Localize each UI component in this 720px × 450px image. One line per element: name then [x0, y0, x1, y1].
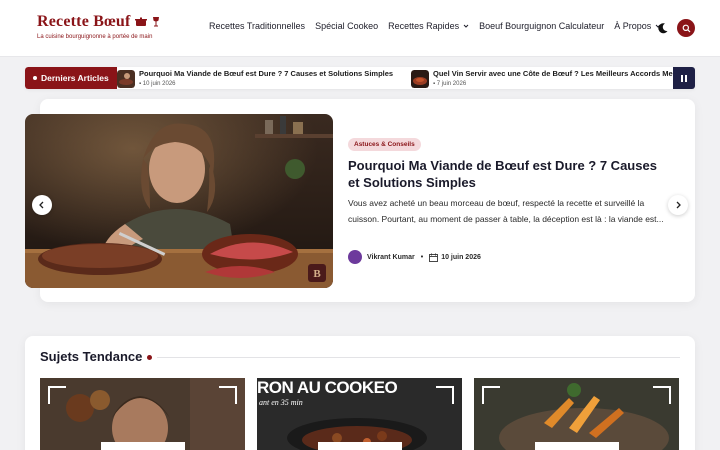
calendar-icon — [429, 253, 439, 262]
nav-item-recettes-traditionnelles[interactable]: Recettes Traditionnelles — [209, 21, 305, 31]
search-button[interactable] — [677, 19, 695, 37]
trending-card[interactable]: RON AU COOKEO ant en 35 min — [257, 378, 462, 450]
nav-item-calculateur[interactable]: Boeuf Bourguignon Calculateur — [479, 21, 604, 31]
trending-card-image — [474, 378, 679, 450]
ticker-label: Derniers Articles — [25, 67, 117, 89]
pause-icon — [681, 74, 683, 82]
ticker-item-title: Pourquoi Ma Viande de Bœuf est Dure ? 7 … — [139, 69, 394, 78]
category-badge[interactable]: Astuces & Conseils — [348, 138, 421, 151]
card-corner — [48, 386, 66, 404]
slider-next-button[interactable] — [668, 195, 688, 215]
card-label-tab — [317, 442, 402, 450]
card-corner — [482, 386, 500, 404]
ticker-item-date: 7 juin 2026 — [436, 81, 467, 87]
author-name[interactable]: Vikrant Kumar — [367, 254, 415, 261]
ticker-thumbnail — [117, 70, 135, 88]
featured-post-title[interactable]: Pourquoi Ma Viande de Bœuf est Dure ? 7 … — [348, 157, 668, 191]
card-label-tab — [100, 442, 185, 450]
nav-item-a-propos[interactable]: À Propos — [614, 21, 661, 31]
nav-item-label: Spécial Cookeo — [315, 21, 379, 31]
chevron-down-icon — [463, 24, 469, 28]
avatar[interactable] — [348, 250, 362, 264]
featured-post-image[interactable]: B — [25, 114, 333, 288]
card-overlay-title: RON AU COOKEO — [257, 378, 398, 397]
meta-separator: • — [420, 253, 424, 261]
pause-icon — [685, 74, 687, 82]
ticker-item[interactable]: Quel Vin Servir avec une Côte de Bœuf ? … — [411, 69, 673, 89]
card-overlay-subtitle: ant en 35 min — [259, 398, 303, 407]
trending-card[interactable] — [474, 378, 679, 450]
trending-card-image — [40, 378, 245, 450]
svg-text:B: B — [313, 268, 321, 280]
slider-prev-button[interactable] — [32, 195, 52, 215]
ticker-item-date: 10 juin 2026 — [142, 81, 176, 87]
ticker-thumbnail — [411, 70, 429, 88]
card-corner — [219, 386, 237, 404]
ticker-pause-button[interactable] — [673, 67, 695, 89]
site-tagline: La cuisine bourguignonne à portée de mai… — [37, 34, 153, 40]
nav-item-label: Recettes Traditionnelles — [209, 21, 306, 31]
nav-item-recettes-rapides[interactable]: Recettes Rapides — [388, 21, 469, 31]
ticker-label-text: Derniers Articles — [41, 73, 109, 83]
ticker-item[interactable]: Pourquoi Ma Viande de Bœuf est Dure ? 7 … — [117, 69, 393, 89]
nav-item-special-cookeo[interactable]: Spécial Cookeo — [315, 21, 378, 31]
section-title-dot — [147, 355, 152, 360]
site-header: Recette Bœuf La cuisine bourguignonne à … — [0, 0, 720, 57]
nav-item-label: À Propos — [614, 21, 652, 31]
site-logo[interactable]: Recette Bœuf La cuisine bourguignonne à … — [37, 13, 160, 40]
card-label-tab — [534, 442, 619, 450]
post-date[interactable]: 10 juin 2026 — [441, 254, 481, 261]
wine-glass-icon — [153, 17, 160, 27]
site-title: Recette Bœuf — [37, 13, 131, 30]
chevron-left-icon — [39, 201, 44, 209]
latest-articles-ticker: Derniers Articles Pourquoi Ma Viande de … — [25, 67, 695, 89]
post-meta: Vikrant Kumar • 10 juin 2026 — [348, 250, 481, 264]
trending-card[interactable] — [40, 378, 245, 450]
section-divider — [157, 357, 680, 358]
section-title: Sujets Tendance — [40, 349, 143, 364]
card-corner — [653, 386, 671, 404]
moon-icon[interactable] — [657, 22, 669, 34]
featured-image-illustration: B — [25, 114, 333, 288]
ticker-dot — [33, 76, 37, 80]
ticker-item-title: Quel Vin Servir avec une Côte de Bœuf ? … — [433, 69, 673, 78]
main-nav: Recettes Traditionnelles Spécial Cookeo … — [209, 21, 671, 31]
nav-item-label: Boeuf Bourguignon Calculateur — [479, 21, 605, 31]
featured-post-excerpt: Vous avez acheté un beau morceau de bœuf… — [348, 198, 664, 224]
card-corner — [436, 386, 454, 404]
search-icon — [682, 24, 690, 32]
nav-item-label: Recettes Rapides — [388, 21, 460, 31]
cooking-pot-icon — [135, 17, 148, 26]
chevron-right-icon — [676, 201, 681, 209]
